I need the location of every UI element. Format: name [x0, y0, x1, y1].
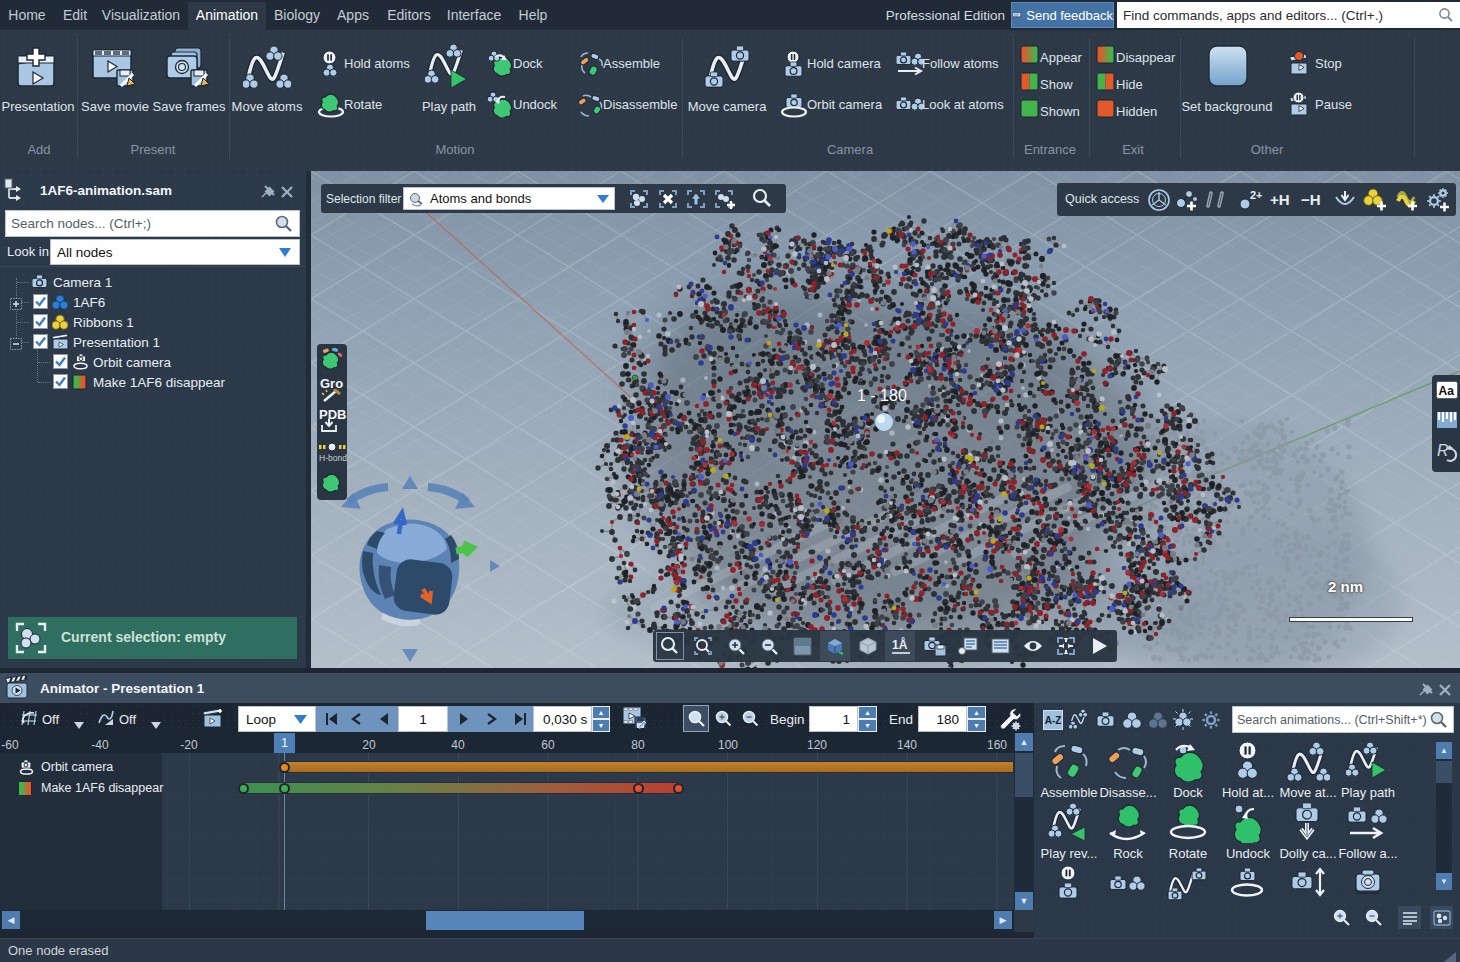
svg-text:R: R: [1437, 442, 1449, 459]
svg-text:−H: −H: [1301, 191, 1321, 208]
svg-text:+H: +H: [1270, 191, 1290, 208]
svg-text:1Å: 1Å: [892, 637, 908, 652]
svg-text:Aa: Aa: [1439, 384, 1455, 398]
svg-text:2+: 2+: [1250, 189, 1262, 201]
svg-text:1 - 180: 1 - 180: [857, 387, 907, 404]
